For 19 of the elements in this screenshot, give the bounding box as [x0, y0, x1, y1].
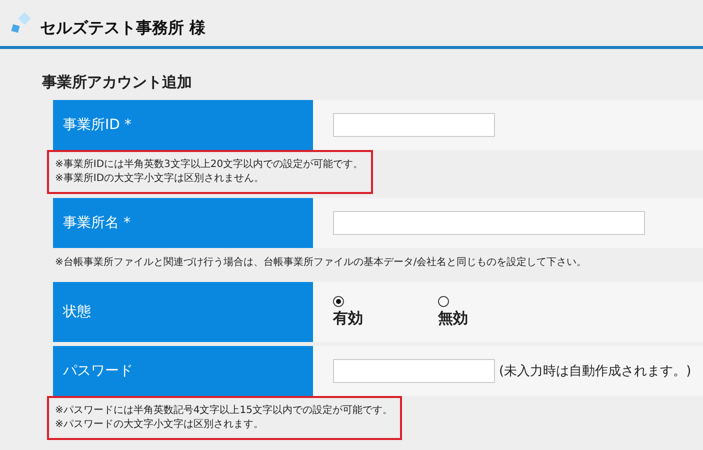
page-title: 事業所アカウント追加: [42, 72, 193, 89]
input-field[interactable]: [333, 359, 495, 383]
note-text: ※事業所IDには半角英数3文字以上20文字以内での設定が可能です。: [55, 158, 364, 172]
note-text: ※事業所IDの大文字小文字は区別されません。: [55, 172, 266, 186]
field-hint: (未入力時は自動作成されます。): [499, 363, 692, 380]
input-field[interactable]: [333, 113, 495, 137]
note-text: ※パスワードの大文字小文字は区別されます。: [55, 418, 264, 432]
radio-button[interactable]: [438, 296, 449, 307]
account-name: セルズテスト事務所 様: [40, 18, 206, 39]
input-field[interactable]: [333, 211, 645, 235]
field-label: 状態: [53, 282, 313, 342]
note-text: ※台帳事業所ファイルと関連づけ行う場合は、台帳事業所ファイルの基本データ/会社名と同じものを設定して下さい。: [55, 256, 587, 270]
field-label: 事業所ID *: [53, 100, 313, 150]
radio-button[interactable]: [333, 296, 344, 307]
field-label: 事業所名 *: [53, 198, 313, 248]
radio-label[interactable]: 無効: [438, 309, 468, 328]
field-label: パスワード: [53, 346, 313, 396]
radio-label[interactable]: 有効: [333, 309, 363, 328]
note-text: ※パスワードには半角英数記号4文字以上15文字以内での設定が可能です。: [55, 404, 392, 418]
